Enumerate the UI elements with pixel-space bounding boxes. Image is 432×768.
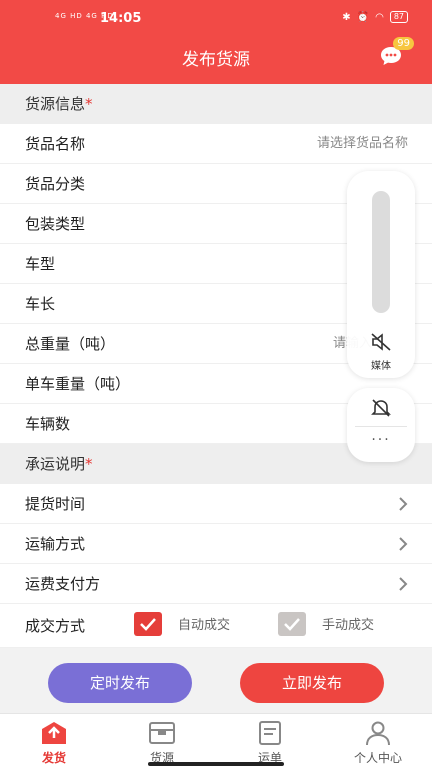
nav-item-cargo[interactable]: 货源 — [108, 714, 216, 768]
manual-deal-checkbox[interactable] — [278, 612, 306, 636]
ship-box-icon — [42, 722, 66, 744]
row-label: 提货时间 — [25, 495, 86, 513]
publish-now-button[interactable]: 立即发布 — [240, 663, 384, 703]
volume-panel: 媒体 — [347, 171, 415, 378]
required-star: * — [85, 455, 93, 473]
bottom-nav: 发货 货源 运单 个人中心 — [0, 713, 432, 768]
media-label: 媒体 — [371, 361, 391, 372]
auto-deal-label[interactable]: 自动成交 — [178, 604, 230, 648]
status-bar: 4G HD 4G HD 14:05 ✱ ⏰ ◠ 87 — [0, 10, 432, 28]
auto-deal-checkbox[interactable] — [134, 612, 162, 636]
bluetooth-icon: ✱ — [342, 11, 351, 23]
row-transport-mode[interactable]: 运输方式 — [0, 524, 432, 564]
row-label: 成交方式 — [25, 617, 86, 635]
home-indicator — [148, 762, 284, 766]
waybill-icon — [259, 721, 281, 745]
chevron-right-icon — [399, 497, 408, 511]
bell-muted-icon[interactable] — [371, 398, 391, 418]
ringer-panel: ··· — [347, 388, 415, 462]
volume-slider[interactable] — [372, 191, 390, 313]
row-label: 总重量（吨） — [25, 335, 116, 353]
action-bar: 定时发布 立即发布 — [0, 655, 432, 713]
chevron-right-icon — [399, 577, 408, 591]
page-title: 发布货源 — [182, 50, 250, 70]
chevron-right-icon — [399, 537, 408, 551]
nav-item-waybill[interactable]: 运单 — [216, 714, 324, 768]
row-label: 车型 — [25, 255, 56, 273]
row-label: 车长 — [25, 295, 56, 313]
required-star: * — [85, 95, 93, 113]
row-label: 车辆数 — [25, 415, 71, 433]
row-pickup-time[interactable]: 提货时间 — [0, 484, 432, 524]
cargo-box-icon — [149, 722, 175, 744]
nav-item-ship[interactable]: 发货 — [0, 714, 108, 768]
section-title: 承运说明 — [25, 455, 86, 473]
cargo-name-input[interactable]: 请选择货品名称 — [317, 124, 408, 164]
manual-deal-label[interactable]: 手动成交 — [322, 604, 374, 648]
row-cargo-name[interactable]: 货品名称 请选择货品名称 — [0, 124, 432, 164]
alarm-icon: ⏰ — [356, 11, 370, 23]
row-freight-payer[interactable]: 运费支付方 — [0, 564, 432, 604]
row-label: 单车重量（吨） — [25, 375, 131, 393]
section-title: 货源信息 — [25, 95, 86, 113]
timed-publish-button[interactable]: 定时发布 — [48, 663, 192, 703]
nav-label: 发货 — [41, 751, 66, 765]
row-label: 运费支付方 — [25, 575, 101, 593]
row-label: 货品分类 — [25, 175, 86, 193]
header-bar: 4G HD 4G HD 14:05 ✱ ⏰ ◠ 87 发布货源 99 — [0, 0, 432, 84]
message-badge: 99 — [393, 37, 414, 50]
speaker-muted-icon[interactable] — [371, 333, 391, 351]
status-icons: ✱ ⏰ ◠ 87 — [342, 11, 408, 23]
divider — [355, 426, 407, 427]
row-deal-method: 成交方式 自动成交 手动成交 — [0, 604, 432, 648]
battery-icon: 87 — [389, 11, 408, 23]
nav-label: 个人中心 — [353, 751, 402, 765]
wifi-icon: ◠ — [375, 11, 384, 23]
more-options-button[interactable]: ··· — [347, 432, 415, 448]
row-label: 货品名称 — [25, 135, 86, 153]
row-label: 包装类型 — [25, 215, 86, 233]
user-icon — [366, 721, 390, 746]
section-cargo-info: 货源信息* — [0, 84, 432, 124]
row-label: 运输方式 — [25, 535, 86, 553]
nav-item-profile[interactable]: 个人中心 — [324, 714, 432, 768]
status-time: 14:05 — [100, 11, 142, 26]
